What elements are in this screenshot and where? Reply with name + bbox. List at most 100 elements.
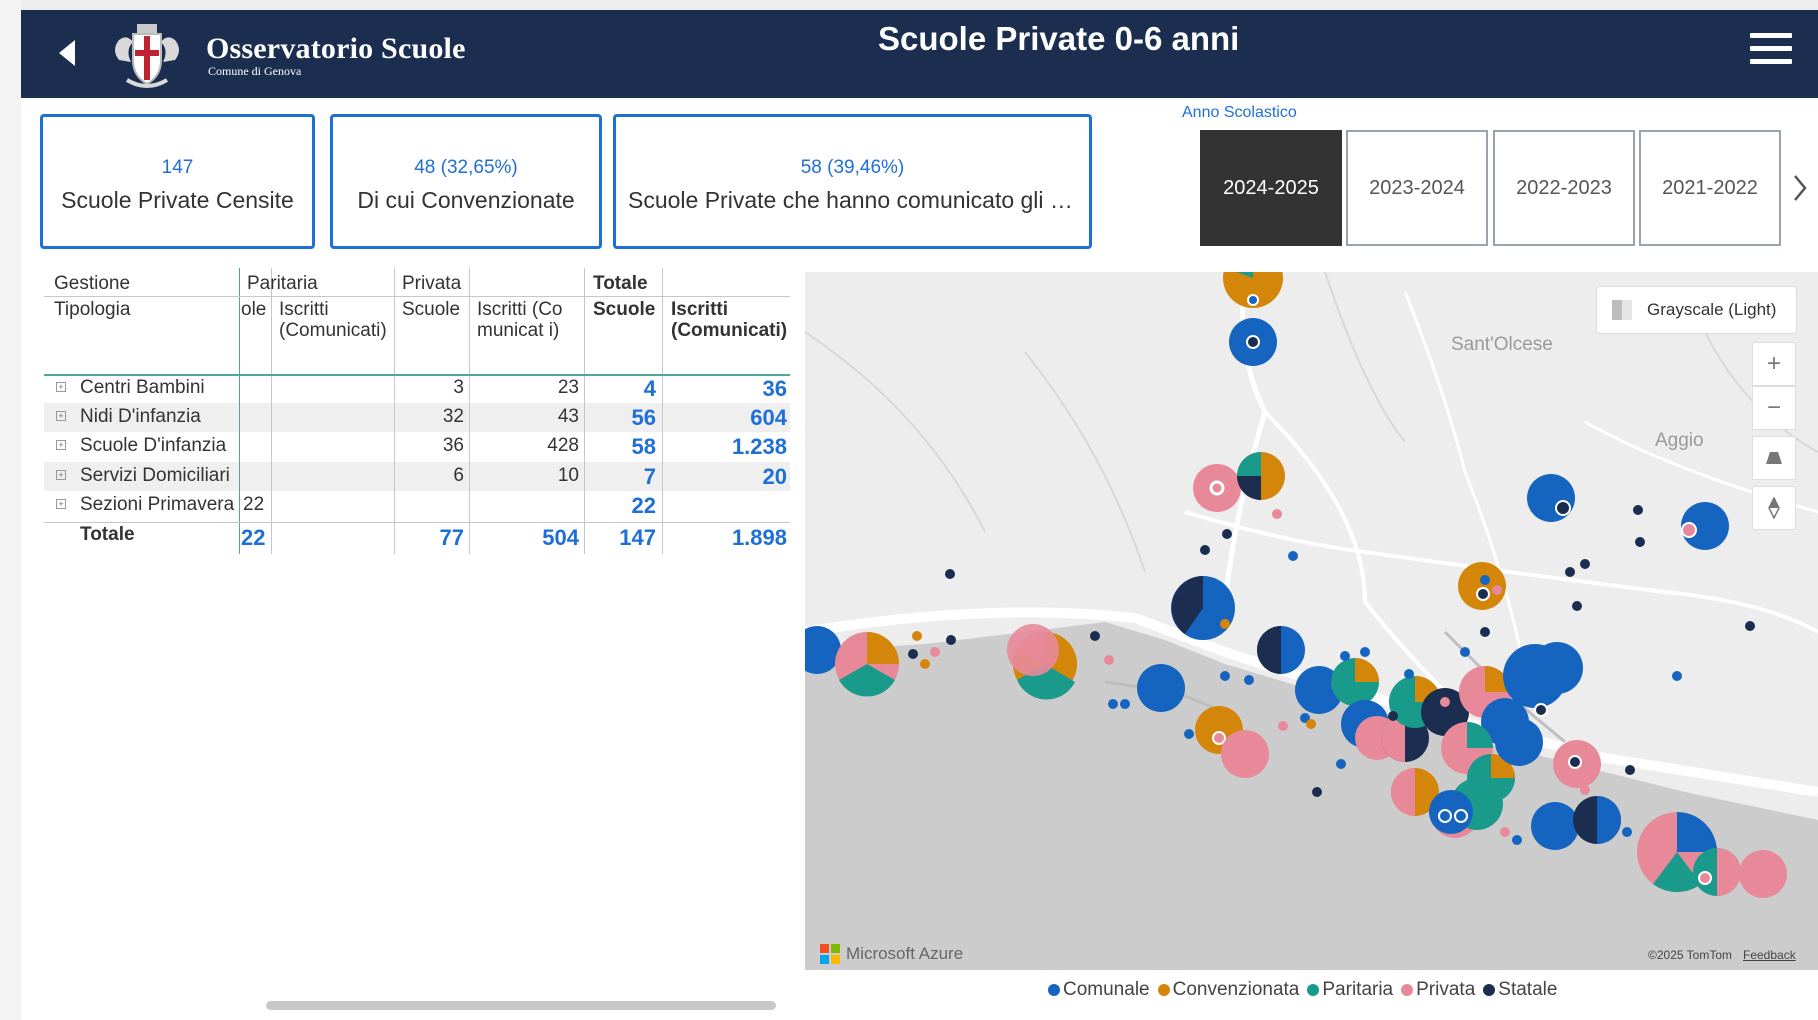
matrix-cell-total: 20 xyxy=(762,464,787,489)
kpi-label: Di cui Convenzionate xyxy=(357,187,575,213)
col-header-scuole-paritaria[interactable]: ole xyxy=(241,299,266,321)
matrix-cell-total: 7 xyxy=(643,464,656,489)
matrix-row-label: Sezioni Primavera xyxy=(80,494,235,515)
matrix-total-cell: 147 xyxy=(619,525,656,550)
matrix-cell: 32 xyxy=(442,406,464,427)
map-place-label: Sant'Olcese xyxy=(1451,334,1553,355)
matrix-cell: 6 xyxy=(453,465,464,486)
matrix-cell-total: 56 xyxy=(631,405,656,430)
map-compass-button[interactable] xyxy=(1752,486,1796,530)
col-header-scuole-totale[interactable]: Scuole xyxy=(593,299,655,321)
plus-icon: + xyxy=(1766,350,1781,377)
legend-dot-icon xyxy=(1307,984,1320,996)
matrix-cell-total: 604 xyxy=(750,405,787,430)
legend-dot-icon xyxy=(1157,984,1170,996)
matrix-cell-total: 4 xyxy=(643,376,656,401)
row-header-gestione: Gestione xyxy=(54,273,131,294)
matrix-cell: 23 xyxy=(557,377,579,398)
zoom-out-button[interactable]: − xyxy=(1752,386,1796,430)
legend-item[interactable]: Convenzionata xyxy=(1157,979,1300,1001)
year-button-2021-2022[interactable]: 2021-2022 xyxy=(1639,130,1781,246)
kpi-card-convenzionate[interactable]: 48 (32,65%) Di cui Convenzionate xyxy=(330,114,602,249)
app-brand-name: Osservatorio Scuole xyxy=(206,32,466,65)
matrix-total-cell: 1.898 xyxy=(731,525,787,550)
pitch-icon xyxy=(1766,452,1782,464)
kpi-label: Scuole Private Censite xyxy=(61,187,294,213)
attribution-text: Microsoft Azure xyxy=(846,944,964,963)
map-canvas[interactable] xyxy=(805,272,1818,970)
kpi-label: Scuole Private che hanno comunicato gli … xyxy=(628,187,1089,213)
expand-row-icon[interactable]: + xyxy=(56,499,66,509)
matrix-cell: 10 xyxy=(557,465,579,486)
col-header-iscritti-paritaria[interactable]: Iscritti (Comunicati) xyxy=(279,299,389,341)
matrix-cell-total: 36 xyxy=(762,376,787,401)
matrix-cell: 428 xyxy=(547,435,579,456)
col-header-scuole-privata[interactable]: Scuole xyxy=(402,299,460,321)
map-feedback-link[interactable]: Feedback xyxy=(1743,948,1796,962)
matrix-row-label: Servizi Domiciliari xyxy=(80,465,230,486)
kpi-value: 58 (39,46%) xyxy=(800,157,905,178)
group-header-totale[interactable]: Totale xyxy=(593,273,648,295)
map-copyright: ©2025 TomTom xyxy=(1648,948,1732,962)
group-header-privata[interactable]: Privata xyxy=(402,273,461,295)
zoom-in-button[interactable]: + xyxy=(1752,342,1796,386)
matrix-row-label: Centri Bambini xyxy=(80,377,205,398)
expand-row-icon[interactable]: + xyxy=(56,440,66,450)
legend-item[interactable]: Statale xyxy=(1483,979,1557,1001)
legend-dot-icon xyxy=(1401,984,1414,996)
map-pitch-button[interactable] xyxy=(1752,436,1796,480)
kpi-card-scuole-censite[interactable]: 147 Scuole Private Censite xyxy=(40,114,315,249)
col-header-iscritti-totale[interactable]: Iscritti (Comunicati) xyxy=(671,299,790,341)
legend-label: Convenzionata xyxy=(1172,979,1300,1000)
matrix-cell-total: 1.238 xyxy=(731,434,787,459)
expand-row-icon[interactable]: + xyxy=(56,411,66,421)
col-header-iscritti-privata[interactable]: Iscritti (Comunicat i) xyxy=(477,299,577,341)
kpi-card-iscritti-comunicati[interactable]: 58 (39,46%) Scuole Private che hanno com… xyxy=(613,114,1092,249)
expand-row-icon[interactable]: + xyxy=(56,382,66,392)
year-button-2024-2025[interactable]: 2024-2025 xyxy=(1200,130,1342,246)
matrix-cell: 3 xyxy=(453,377,464,398)
map-view[interactable]: Sant'Olcese Aggio xyxy=(805,272,1818,970)
year-filter-label: Anno Scolastico xyxy=(1182,104,1297,121)
chevron-right-icon[interactable] xyxy=(1790,170,1810,206)
back-arrow-icon[interactable] xyxy=(55,34,79,72)
legend-dot-icon xyxy=(1483,984,1496,996)
legend-label: Privata xyxy=(1416,979,1476,1000)
compass-icon xyxy=(1768,497,1780,519)
matrix-total-cell: 22 xyxy=(241,525,266,550)
year-button-2022-2023[interactable]: 2022-2023 xyxy=(1493,130,1635,246)
kpi-value: 147 xyxy=(161,157,194,178)
map-attribution: Microsoft Azure xyxy=(820,944,963,964)
legend-label: Paritaria xyxy=(1322,979,1394,1000)
legend-dot-icon xyxy=(1048,984,1060,996)
data-matrix-table: Gestione Tipologia Paritaria Privata Tot… xyxy=(44,268,790,554)
horizontal-scrollbar[interactable] xyxy=(266,1001,776,1010)
matrix-cell: 36 xyxy=(442,435,464,456)
matrix-cell: 43 xyxy=(557,406,579,427)
legend-item[interactable]: Comunale xyxy=(1048,979,1150,1001)
year-button-2023-2024[interactable]: 2023-2024 xyxy=(1346,130,1488,246)
matrix-cell-total: 22 xyxy=(631,493,656,518)
matrix-row-label: Nidi D'infanzia xyxy=(80,406,201,427)
expand-row-icon[interactable]: + xyxy=(56,470,66,480)
map-style-label: Grayscale (Light) xyxy=(1647,300,1777,319)
map-style-picker[interactable]: Grayscale (Light) xyxy=(1596,286,1797,334)
page-title: Scuole Private 0-6 anni xyxy=(878,20,1240,57)
legend-item[interactable]: Privata xyxy=(1401,979,1475,1001)
window-top-strip xyxy=(0,0,1818,10)
legend-item[interactable]: Paritaria xyxy=(1307,979,1393,1001)
app-brand-subtitle: Comune di Genova xyxy=(208,64,302,78)
hamburger-menu-icon[interactable] xyxy=(1750,33,1792,73)
matrix-cell: 22 xyxy=(243,494,265,515)
matrix-total-label: Totale xyxy=(80,524,135,545)
map-place-label: Aggio xyxy=(1655,430,1704,451)
map-legend: Comunale Convenzionata Paritaria Privata… xyxy=(1048,979,1557,1001)
matrix-cell-total: 58 xyxy=(631,434,656,459)
genova-coat-of-arms-logo xyxy=(115,24,179,88)
map-style-icon xyxy=(1612,300,1632,320)
microsoft-logo-icon xyxy=(820,944,840,964)
matrix-total-cell: 504 xyxy=(542,525,579,550)
group-header-paritaria[interactable]: Paritaria xyxy=(247,273,318,295)
window-left-strip xyxy=(0,0,21,1020)
kpi-value: 48 (32,65%) xyxy=(414,157,518,178)
